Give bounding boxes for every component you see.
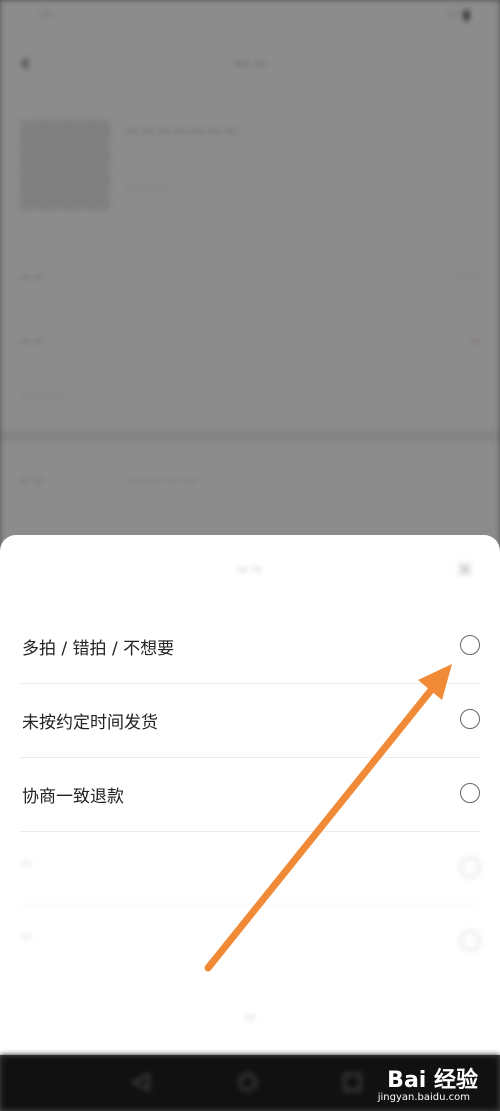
back-triangle-icon[interactable]: ◁ <box>132 1069 149 1094</box>
option-item[interactable]: ·· <box>20 905 480 979</box>
radio-button[interactable] <box>460 931 480 951</box>
option-label: 未按约定时间发货 <box>22 713 158 733</box>
option-item[interactable]: 多拍 / 错拍 / 不想要 <box>20 609 480 684</box>
radio-button[interactable] <box>460 857 480 877</box>
radio-button[interactable] <box>460 783 480 803</box>
baidu-watermark: Bai 经验 <box>387 1068 478 1093</box>
radio-button[interactable] <box>460 709 480 729</box>
recent-square-icon[interactable]: □ <box>342 1069 363 1094</box>
baidu-watermark-url: jingyan.baidu.com <box>377 1092 470 1103</box>
close-icon[interactable]: × <box>456 557 474 582</box>
option-item[interactable]: 未按约定时间发货 <box>20 683 480 758</box>
sheet-title: ·· ·· <box>238 561 262 579</box>
cancel-button[interactable]: ·· <box>0 1009 500 1027</box>
option-label: 多拍 / 错拍 / 不想要 <box>22 639 175 659</box>
home-circle-icon[interactable]: ○ <box>238 1069 257 1094</box>
option-label: ·· <box>22 930 31 946</box>
refund-reason-sheet: ·· ·· × 多拍 / 错拍 / 不想要 未按约定时间发货 协商一致退款 ··… <box>0 535 500 1055</box>
option-label: 协商一致退款 <box>22 787 124 807</box>
option-item[interactable]: ·· <box>20 831 480 906</box>
radio-button[interactable] <box>460 635 480 655</box>
option-label: ·· <box>22 856 31 872</box>
option-item[interactable]: 协商一致退款 <box>20 757 480 832</box>
